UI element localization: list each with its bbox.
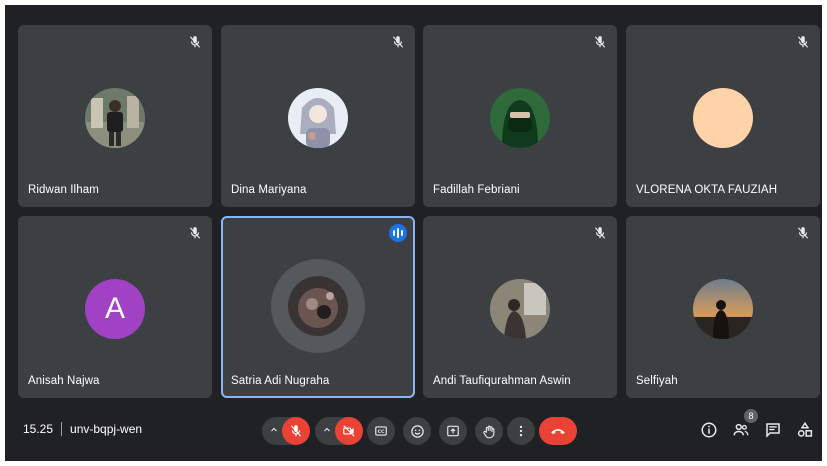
activities-icon[interactable] [796, 421, 814, 439]
participant-avatar: A [85, 279, 145, 339]
participant-tile-speaking[interactable]: Satria Adi Nugraha [221, 216, 415, 398]
participant-avatar [693, 279, 753, 339]
present-icon [447, 425, 459, 437]
participant-name: Anisah Najwa [28, 375, 100, 387]
phone-hangup-icon [551, 429, 565, 435]
present-button[interactable] [439, 417, 467, 445]
participant-avatar [288, 88, 348, 148]
hand-icon [482, 425, 494, 438]
speaking-indicator-icon [389, 224, 407, 242]
participant-name: Ridwan Ilham [28, 184, 99, 196]
participant-avatar [288, 276, 348, 336]
svg-text:CC: CC [378, 429, 385, 435]
raise-hand-button[interactable] [475, 417, 503, 445]
participant-name: Dina Mariyana [231, 184, 307, 196]
meeting-stage: Ridwan Ilham Dina Mariyana Fadillah Febr… [5, 5, 822, 461]
chevron-up-icon[interactable] [321, 424, 333, 436]
meeting-time: 15.25 [23, 422, 54, 436]
mic-off-icon [797, 36, 809, 48]
participant-tile[interactable]: A Anisah Najwa [18, 216, 212, 398]
chevron-up-icon[interactable] [268, 424, 280, 436]
mic-off-icon [594, 36, 606, 48]
captions-icon: CC [375, 426, 387, 436]
more-options-button[interactable] [507, 417, 535, 445]
camera-off-icon [343, 425, 355, 437]
participant-tile[interactable]: Andi Taufiqurahman Aswin [423, 216, 617, 398]
participant-avatar [490, 88, 550, 148]
participant-name: Andi Taufiqurahman Aswin [433, 375, 571, 387]
divider [61, 422, 63, 436]
captions-button[interactable]: CC [367, 417, 395, 445]
participant-name: Satria Adi Nugraha [231, 375, 330, 387]
mic-off-icon [189, 36, 201, 48]
participant-tile[interactable]: Dina Mariyana [221, 25, 415, 207]
emoji-button[interactable] [403, 417, 431, 445]
info-icon[interactable] [700, 421, 718, 439]
mic-off-icon [392, 36, 404, 48]
leave-call-button[interactable] [539, 417, 577, 445]
speaking-ring [271, 259, 365, 353]
participant-avatar [693, 88, 753, 148]
participant-name: VLORENA OKTA FAUZIAH [636, 184, 778, 196]
mic-off-icon [290, 425, 302, 437]
meeting-details: 15.25 unv-bqpj-wen [23, 422, 142, 436]
people-icon[interactable] [732, 421, 750, 439]
more-vert-icon [519, 425, 523, 437]
mic-off-icon [189, 227, 201, 239]
bottom-toolbar: 15.25 unv-bqpj-wen CC 8 [5, 403, 822, 461]
participant-tile[interactable]: Fadillah Febriani [423, 25, 617, 207]
participant-avatar [490, 279, 550, 339]
participant-name: Selfiyah [636, 375, 678, 387]
participant-avatar [85, 88, 145, 148]
participant-tile[interactable]: Selfiyah [626, 216, 820, 398]
mic-toggle-button[interactable] [282, 417, 310, 445]
camera-toggle-button[interactable] [335, 417, 363, 445]
meeting-code[interactable]: unv-bqpj-wen [70, 422, 142, 436]
mic-control-group [262, 417, 310, 445]
participant-tile[interactable]: Ridwan Ilham [18, 25, 212, 207]
emoji-icon [410, 424, 424, 438]
participant-name: Fadillah Febriani [433, 184, 520, 196]
mic-off-icon [797, 227, 809, 239]
chat-icon[interactable] [764, 421, 782, 439]
mic-off-icon [594, 227, 606, 239]
participant-tile[interactable]: VLORENA OKTA FAUZIAH [626, 25, 820, 207]
camera-control-group [315, 417, 363, 445]
